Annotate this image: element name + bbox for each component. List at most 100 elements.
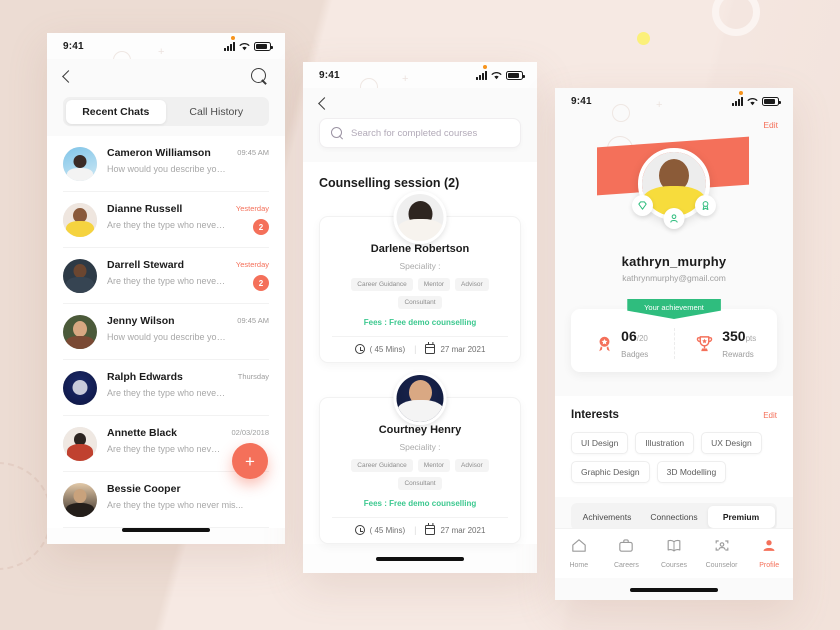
battery-icon (506, 70, 525, 80)
tab-courses[interactable]: Courses (650, 538, 698, 569)
calendar-icon (425, 523, 436, 535)
interest-chip[interactable]: UX Design (701, 432, 762, 454)
profile-wrapper: 9:41 + Edit kathryn_murphy kathrynmurphy… (555, 88, 793, 600)
chat-time: Yesterday (235, 204, 269, 213)
tag[interactable]: Mentor (417, 278, 451, 291)
chat-preview: Are they the type who never mis... (107, 500, 244, 510)
status-time: 9:41 (319, 69, 340, 81)
tab-profile[interactable]: Profile (745, 538, 793, 569)
chevron-left-icon[interactable] (318, 96, 331, 110)
wifi-icon (239, 42, 250, 51)
search-placeholder: Search for completed courses (351, 127, 478, 139)
interests-header: Interests Edit (571, 409, 777, 421)
tab-call-history[interactable]: Call History (166, 100, 267, 124)
tab-recent-chats[interactable]: Recent Chats (65, 99, 166, 124)
edit-interests-button[interactable]: Edit (763, 411, 777, 420)
tab-premium[interactable]: Premium (707, 505, 775, 528)
tab-achivements[interactable]: Achivements (574, 506, 641, 528)
profile-email: kathrynmurphy@gmail.com (622, 273, 726, 283)
chat-list-item[interactable]: Jenny Wilson How would you describe your… (63, 304, 269, 360)
chevron-left-icon[interactable] (62, 69, 75, 83)
tag[interactable]: Mentor (417, 459, 451, 472)
screen2-header: Search for completed courses (303, 88, 537, 162)
new-chat-fab[interactable]: + (232, 443, 268, 479)
chat-list-item[interactable]: Dianne Russell Are they the type who nev… (63, 192, 269, 248)
interest-chip[interactable]: Graphic Design (571, 461, 650, 483)
tab-home[interactable]: Home (555, 538, 603, 569)
profile-username: kathryn_murphy (621, 254, 727, 269)
counsellor-card[interactable]: Courtney Henry Speciality : Career Guida… (319, 372, 521, 544)
tag[interactable]: Consultant (398, 296, 442, 309)
tag[interactable]: Advisor (455, 278, 489, 291)
search-input[interactable]: Search for completed courses (319, 118, 521, 148)
tag[interactable]: Career Guidance (351, 278, 413, 291)
interest-chip[interactable]: UI Design (571, 432, 629, 454)
battery-icon (254, 41, 273, 51)
tab-careers[interactable]: Careers (603, 538, 651, 569)
tab-label: Careers (613, 562, 639, 569)
section-title: Counselling session (2) (319, 176, 460, 190)
status-time: 9:41 (63, 40, 84, 52)
status-bar: 9:41 (47, 33, 285, 59)
signal-icon (224, 35, 235, 51)
chat-preview: How would you describe yourself.. (107, 332, 228, 342)
chat-name: Jenny Wilson (107, 315, 175, 327)
status-icons (476, 64, 525, 80)
tab-connections[interactable]: Connections (641, 506, 708, 528)
stat-rewards[interactable]: 350pts Rewards (673, 328, 778, 359)
chat-name: Annette Black (107, 427, 178, 439)
status-time: 9:41 (571, 95, 592, 107)
home-indicator (376, 557, 464, 561)
avatar (63, 483, 97, 517)
badges-unit: /20 (636, 334, 648, 343)
screen2-body: Counselling session (2) Darlene Robertso… (303, 162, 537, 544)
interest-chip[interactable]: 3D Modelling (656, 461, 727, 483)
duration-text: ( 45 Mins) (369, 344, 406, 354)
chat-time: Yesterday (235, 260, 269, 269)
date-item: 27 mar 2021 (425, 523, 485, 535)
fees-text: Fees : Free demo counselling (363, 318, 477, 327)
phone-screen-profile: 9:41 + Edit kathryn_murphy kathrynmurphy… (555, 88, 793, 600)
interests-section: Interests Edit UI Design Illustration UX… (555, 396, 793, 497)
chat-list-item[interactable]: Darrell Steward Are they the type who ne… (63, 248, 269, 304)
card-footer: ( 45 Mins) | 27 mar 2021 (332, 517, 508, 543)
briefcase-icon (618, 538, 634, 558)
duration-item: ( 45 Mins) (354, 525, 405, 535)
search-icon (331, 127, 343, 139)
duration-item: ( 45 Mins) (354, 344, 406, 354)
home-indicator (122, 528, 210, 532)
chat-list-item[interactable]: Ralph Edwards Are they the type who neve… (63, 360, 269, 416)
chat-preview: How would you describe yourself.. (107, 164, 228, 174)
counsellor-card[interactable]: Darlene Robertson Speciality : Career Gu… (319, 191, 521, 363)
phone-screen-recent-chats: 9:41 + + Recent Chats Call History Camer… (47, 33, 285, 544)
rewards-value: 350 (722, 328, 746, 344)
search-icon[interactable] (251, 67, 268, 85)
avatar (63, 371, 97, 405)
rewards-unit: pts (745, 334, 757, 343)
interest-chip[interactable]: Illustration (635, 432, 695, 454)
tab-counselor[interactable]: Counselor (698, 538, 746, 569)
nav-row (303, 88, 537, 118)
stat-badges[interactable]: 06/20 Badges (571, 328, 674, 359)
signal-icon (476, 64, 487, 80)
tag[interactable]: Advisor (455, 459, 489, 472)
book-icon (666, 538, 682, 558)
chat-name: Bessie Cooper (107, 483, 181, 495)
status-bar: 9:41 (303, 62, 537, 88)
chat-list-item[interactable]: Bessie Cooper Are they the type who neve… (63, 472, 269, 528)
profile-avatar-group (632, 148, 716, 229)
phone-screen-counselling: 9:41 + + Search for completed courses Co… (303, 62, 537, 573)
badges-label: Badges (621, 350, 649, 359)
status-bar: 9:41 (555, 88, 793, 114)
edit-profile-button[interactable]: Edit (763, 120, 778, 130)
speciality-label: Speciality : (399, 261, 441, 271)
card-footer: ( 45 Mins) | 27 mar 2021 (332, 336, 508, 362)
tag[interactable]: Career Guidance (351, 459, 413, 472)
home-indicator (630, 588, 718, 592)
chat-name: Dianne Russell (107, 203, 183, 215)
chat-list-item[interactable]: Cameron Williamson How would you describ… (63, 136, 269, 192)
tag[interactable]: Consultant (398, 477, 442, 490)
counsellor-name: Darlene Robertson (370, 243, 470, 255)
chat-time: Thursday (237, 372, 269, 381)
chat-time: 09:45 AM (237, 316, 269, 325)
